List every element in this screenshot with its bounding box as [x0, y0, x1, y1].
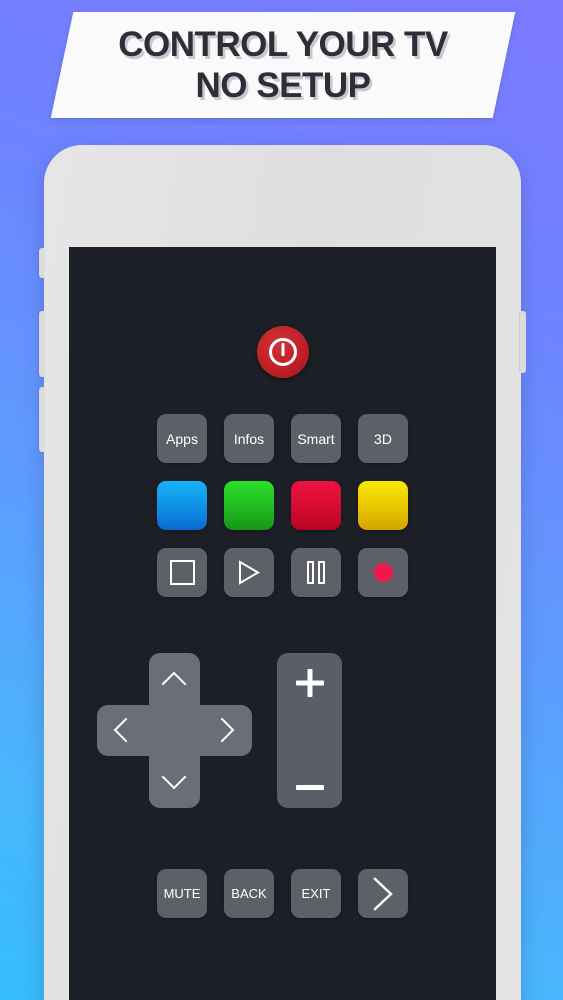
dpad-up-button[interactable]	[161, 665, 187, 691]
3d-button[interactable]: 3D	[358, 414, 408, 463]
phone-volume-up-button[interactable]	[39, 311, 45, 377]
smart-button[interactable]: Smart	[291, 414, 341, 463]
chevron-left-icon	[112, 717, 128, 743]
volume-down-button[interactable]	[295, 785, 324, 790]
chevron-right-icon	[220, 717, 236, 743]
mute-button[interactable]: MUTE	[157, 869, 207, 918]
chevron-down-icon	[161, 775, 187, 791]
color-button-row	[69, 481, 496, 530]
promo-banner-line-2: NO SETUP	[195, 66, 371, 105]
stop-button[interactable]	[157, 548, 207, 597]
stop-icon	[169, 560, 195, 585]
pause-icon	[307, 561, 325, 584]
promo-banner-line-1: CONTROL YOUR TV	[118, 24, 448, 64]
infos-button[interactable]: Infos	[224, 414, 274, 463]
exit-button[interactable]: EXIT	[291, 869, 341, 918]
bottom-button-row: MUTE BACK EXIT	[69, 869, 496, 918]
power-icon	[268, 338, 297, 366]
phone-screen: Apps Infos Smart 3D MUTE BACK EXIT	[69, 247, 496, 1000]
tv-power-button[interactable]	[256, 326, 309, 378]
next-button[interactable]	[358, 869, 408, 918]
play-icon	[238, 560, 260, 585]
phone-mockup: Apps Infos Smart 3D MUTE BACK EXIT	[39, 145, 526, 1000]
phone-silent-switch[interactable]	[39, 248, 45, 278]
function-button-row: Apps Infos Smart 3D	[69, 414, 496, 463]
screenshot-root: CONTROL YOUR TV NO SETUP Apps Infos Smar…	[0, 0, 563, 1000]
dpad[interactable]	[97, 653, 252, 808]
chevron-up-icon	[161, 670, 187, 686]
promo-banner: CONTROL YOUR TV NO SETUP	[50, 12, 516, 118]
volume-control[interactable]	[277, 653, 342, 808]
media-button-row	[69, 548, 496, 597]
record-icon	[373, 563, 393, 582]
play-button[interactable]	[224, 548, 274, 597]
power-button-row	[69, 326, 496, 378]
volume-up-button[interactable]	[296, 669, 324, 697]
record-button[interactable]	[358, 548, 408, 597]
phone-volume-down-button[interactable]	[39, 387, 45, 452]
back-button[interactable]: BACK	[224, 869, 274, 918]
dpad-left-button[interactable]	[107, 717, 133, 743]
apps-button[interactable]: Apps	[157, 414, 207, 463]
red-button[interactable]	[291, 481, 341, 530]
chevron-right-icon	[372, 876, 394, 911]
phone-power-button[interactable]	[520, 311, 526, 373]
pause-button[interactable]	[291, 548, 341, 597]
dpad-down-button[interactable]	[161, 770, 187, 796]
dpad-right-button[interactable]	[215, 717, 241, 743]
blue-button[interactable]	[157, 481, 207, 530]
promo-banner-inner: CONTROL YOUR TV NO SETUP	[62, 12, 504, 118]
yellow-button[interactable]	[358, 481, 408, 530]
green-button[interactable]	[224, 481, 274, 530]
